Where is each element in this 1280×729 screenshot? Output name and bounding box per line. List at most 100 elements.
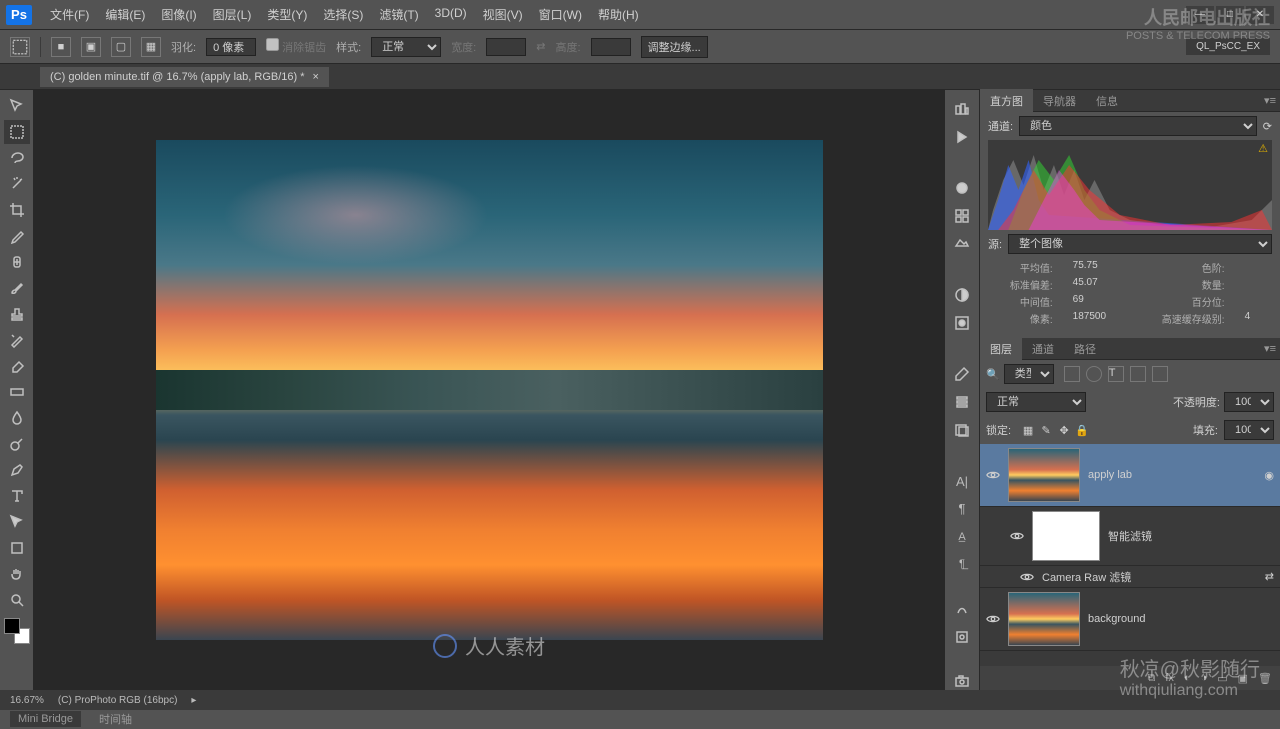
- gradient-tool[interactable]: [4, 380, 30, 404]
- canvas-area[interactable]: 人人素材: [34, 90, 944, 690]
- lock-all-icon[interactable]: 🔒: [1075, 423, 1089, 437]
- char-styles-icon[interactable]: A̲: [949, 528, 975, 546]
- filter-name[interactable]: Camera Raw 滤镜: [1042, 569, 1131, 585]
- type-tool[interactable]: [4, 484, 30, 508]
- style-select[interactable]: 正常: [371, 37, 441, 57]
- visibility-toggle[interactable]: [986, 612, 1000, 626]
- workspace-badge[interactable]: QL_PsCC_EX: [1186, 38, 1270, 55]
- color-swatches[interactable]: [4, 618, 30, 644]
- menu-item[interactable]: 窗口(W): [531, 6, 590, 23]
- document-tab[interactable]: (C) golden minute.tif @ 16.7% (apply lab…: [40, 67, 329, 87]
- tab-paths[interactable]: 路径: [1064, 337, 1106, 361]
- antialias-checkbox[interactable]: 消除锯齿: [266, 38, 326, 55]
- filter-options-icon[interactable]: ⇄: [1265, 570, 1274, 583]
- menu-item[interactable]: 类型(Y): [259, 6, 315, 23]
- layer-row[interactable]: Camera Raw 滤镜 ⇄: [980, 566, 1280, 588]
- visibility-toggle[interactable]: [986, 468, 1000, 482]
- brush-tool[interactable]: [4, 276, 30, 300]
- feather-input[interactable]: [206, 38, 256, 56]
- filter-pixel-icon[interactable]: [1064, 366, 1080, 382]
- lasso-tool[interactable]: [4, 146, 30, 170]
- layer-thumbnail[interactable]: [1008, 448, 1080, 502]
- layer-row[interactable]: 智能滤镜: [980, 507, 1280, 566]
- close-button[interactable]: ✕: [1246, 6, 1274, 24]
- styles-panel-icon[interactable]: [949, 235, 975, 253]
- filter-mask-thumbnail[interactable]: [1032, 511, 1100, 561]
- foreground-color-swatch[interactable]: [4, 618, 20, 634]
- blur-tool[interactable]: [4, 406, 30, 430]
- info-arrow-icon[interactable]: ▸: [191, 695, 196, 706]
- selection-subtract-icon[interactable]: ▢: [111, 37, 131, 57]
- move-tool[interactable]: [4, 94, 30, 118]
- menu-item[interactable]: 图层(L): [205, 6, 260, 23]
- lock-pixels-icon[interactable]: ▦: [1021, 423, 1035, 437]
- fill-input[interactable]: 100%: [1224, 420, 1274, 440]
- filter-smart-icon[interactable]: [1152, 366, 1168, 382]
- close-tab-icon[interactable]: ×: [313, 71, 319, 83]
- tab-histogram[interactable]: 直方图: [980, 89, 1033, 113]
- menu-item[interactable]: 编辑(E): [97, 6, 153, 23]
- marquee-tool[interactable]: [4, 120, 30, 144]
- menu-item[interactable]: 选择(S): [315, 6, 371, 23]
- masks-panel-icon[interactable]: [949, 314, 975, 332]
- maximize-button[interactable]: □: [1216, 6, 1244, 24]
- shape-tool[interactable]: [4, 536, 30, 560]
- opacity-input[interactable]: 100%: [1224, 392, 1274, 412]
- tab-channels[interactable]: 通道: [1022, 337, 1064, 361]
- menu-item[interactable]: 图像(I): [153, 6, 204, 23]
- visibility-toggle[interactable]: [1010, 529, 1024, 543]
- channel-select[interactable]: 颜色: [1019, 116, 1257, 136]
- blend-mode-select[interactable]: 正常: [986, 392, 1086, 412]
- filter-shape-icon[interactable]: [1130, 366, 1146, 382]
- paragraph-panel-icon[interactable]: ¶: [949, 500, 975, 518]
- layer-name[interactable]: apply lab: [1088, 469, 1132, 481]
- info-panel-icon[interactable]: [949, 600, 975, 618]
- document-info[interactable]: (C) ProPhoto RGB (16bpc): [58, 695, 178, 706]
- para-styles-icon[interactable]: ¶̲: [949, 555, 975, 573]
- layer-row[interactable]: background: [980, 588, 1280, 651]
- link-layers-icon[interactable]: ⧉: [1147, 672, 1155, 685]
- warning-icon[interactable]: ⚠: [1258, 142, 1268, 155]
- swatches-panel-icon[interactable]: [949, 207, 975, 225]
- filter-kind-select[interactable]: 类型: [1004, 364, 1054, 384]
- layer-name[interactable]: background: [1088, 613, 1146, 625]
- adjustments-panel-icon[interactable]: [949, 286, 975, 304]
- character-panel-icon[interactable]: A|: [949, 472, 975, 490]
- path-tool[interactable]: [4, 510, 30, 534]
- brush-panel-icon[interactable]: [949, 365, 975, 383]
- layer-fx-icon[interactable]: fx: [1165, 672, 1174, 684]
- delete-layer-icon[interactable]: 🗑: [1258, 672, 1272, 685]
- stamp-tool[interactable]: [4, 302, 30, 326]
- layer-row[interactable]: apply lab ◉: [980, 444, 1280, 507]
- color-panel-icon[interactable]: [949, 179, 975, 197]
- eyedropper-tool[interactable]: [4, 224, 30, 248]
- history-brush-tool[interactable]: [4, 328, 30, 352]
- group-icon[interactable]: ▭: [1217, 672, 1227, 685]
- magic-wand-tool[interactable]: [4, 172, 30, 196]
- panel-menu-icon[interactable]: ▾≡: [1264, 94, 1276, 107]
- new-layer-icon[interactable]: ▣: [1238, 672, 1248, 685]
- crop-tool[interactable]: [4, 198, 30, 222]
- selection-new-icon[interactable]: ■: [51, 37, 71, 57]
- healing-tool[interactable]: [4, 250, 30, 274]
- filter-adjust-icon[interactable]: [1086, 366, 1102, 382]
- zoom-tool[interactable]: [4, 588, 30, 612]
- selection-intersect-icon[interactable]: ▦: [141, 37, 161, 57]
- layers-menu-icon[interactable]: ▾≡: [1264, 342, 1276, 355]
- history-panel-icon[interactable]: [949, 100, 975, 118]
- menu-item[interactable]: 视图(V): [475, 6, 531, 23]
- eraser-tool[interactable]: [4, 354, 30, 378]
- brush-presets-icon[interactable]: [949, 393, 975, 411]
- dodge-tool[interactable]: [4, 432, 30, 456]
- tab-navigator[interactable]: 导航器: [1033, 89, 1086, 113]
- refine-edge-button[interactable]: 调整边缘...: [641, 36, 708, 58]
- lock-move-icon[interactable]: ✥: [1057, 423, 1071, 437]
- hand-tool[interactable]: [4, 562, 30, 586]
- selection-add-icon[interactable]: ▣: [81, 37, 101, 57]
- layer-thumbnail[interactable]: [1008, 592, 1080, 646]
- properties-panel-icon[interactable]: [949, 628, 975, 646]
- camera-panel-icon[interactable]: [949, 672, 975, 690]
- filter-type-icon[interactable]: T: [1108, 366, 1124, 382]
- pen-tool[interactable]: [4, 458, 30, 482]
- tab-info[interactable]: 信息: [1086, 89, 1128, 113]
